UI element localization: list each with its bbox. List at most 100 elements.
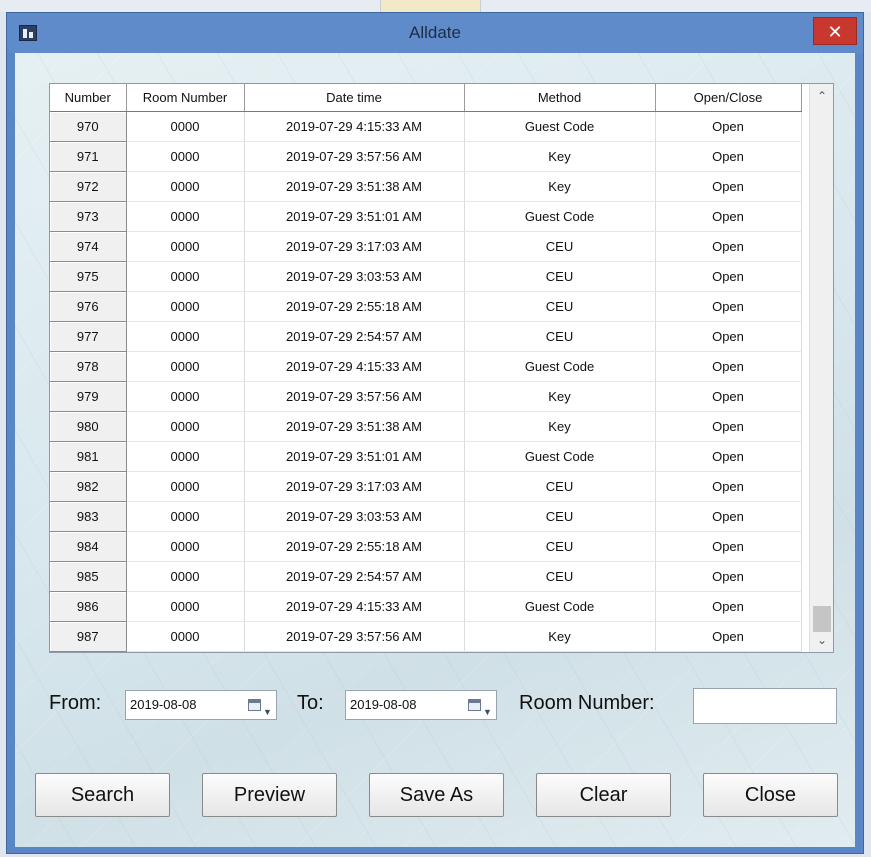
- table-row[interactable]: 972 0000 2019-07-29 3:51:38 AM Key Open: [50, 171, 802, 202]
- table-row[interactable]: 978 0000 2019-07-29 4:15:33 AM Guest Code Op…: [50, 351, 802, 382]
- cell-open-close: Open: [655, 411, 802, 442]
- room-number-input[interactable]: [693, 688, 837, 724]
- cell-room-number: 0000: [126, 531, 245, 562]
- cell-open-close: Open: [655, 321, 802, 352]
- calendar-icon: [468, 699, 481, 711]
- table-row[interactable]: 987 0000 2019-07-29 3:57:56 AM Key Open: [50, 621, 802, 652]
- scroll-down-arrow-icon[interactable]: ⌄: [810, 628, 833, 652]
- cell-date-time: 2019-07-29 3:51:01 AM: [244, 441, 465, 472]
- cell-date-time: 2019-07-29 3:57:56 AM: [244, 621, 465, 652]
- save-as-button[interactable]: Save As: [369, 773, 504, 817]
- table-row[interactable]: 974 0000 2019-07-29 3:17:03 AM CEU Open: [50, 231, 802, 262]
- cell-method: CEU: [464, 261, 656, 292]
- table-row[interactable]: 984 0000 2019-07-29 2:55:18 AM CEU Open: [50, 531, 802, 562]
- background-window-fragment: [480, 0, 700, 12]
- table-row[interactable]: 982 0000 2019-07-29 3:17:03 AM CEU Open: [50, 471, 802, 502]
- preview-button[interactable]: Preview: [202, 773, 337, 817]
- cell-date-time: 2019-07-29 3:51:01 AM: [244, 201, 465, 232]
- to-calendar-dropdown[interactable]: ▼: [468, 697, 492, 717]
- table-row[interactable]: 975 0000 2019-07-29 3:03:53 AM CEU Open: [50, 261, 802, 292]
- header-method[interactable]: Method: [464, 84, 656, 112]
- cell-date-time: 2019-07-29 3:51:38 AM: [244, 411, 465, 442]
- from-calendar-dropdown[interactable]: ▼: [248, 697, 272, 717]
- scroll-up-arrow-icon[interactable]: ⌃: [810, 84, 833, 108]
- cell-room-number: 0000: [126, 381, 245, 412]
- title-bar[interactable]: Alldate ✕: [7, 13, 863, 53]
- cell-number: 981: [50, 441, 127, 472]
- dropdown-arrow-icon: ▼: [263, 707, 272, 717]
- cell-room-number: 0000: [126, 501, 245, 532]
- cell-open-close: Open: [655, 351, 802, 382]
- cell-room-number: 0000: [126, 561, 245, 592]
- cell-method: CEU: [464, 471, 656, 502]
- clear-button[interactable]: Clear: [536, 773, 671, 817]
- cell-open-close: Open: [655, 261, 802, 292]
- vertical-scrollbar[interactable]: ⌃ ⌄: [809, 84, 833, 652]
- table-row[interactable]: 970 0000 2019-07-29 4:15:33 AM Guest Code Op…: [50, 111, 802, 142]
- table-row[interactable]: 979 0000 2019-07-29 3:57:56 AM Key Open: [50, 381, 802, 412]
- table-row[interactable]: 977 0000 2019-07-29 2:54:57 AM CEU Open: [50, 321, 802, 352]
- dialog-client-area: Number Room Number Date time Method Open…: [15, 53, 855, 847]
- header-date-time[interactable]: Date time: [244, 84, 465, 112]
- close-button[interactable]: Close: [703, 773, 838, 817]
- cell-date-time: 2019-07-29 3:57:56 AM: [244, 141, 465, 172]
- cell-room-number: 0000: [126, 471, 245, 502]
- table-row[interactable]: 976 0000 2019-07-29 2:55:18 AM CEU Open: [50, 291, 802, 322]
- cell-number: 976: [50, 291, 127, 322]
- cell-open-close: Open: [655, 201, 802, 232]
- table-row[interactable]: 985 0000 2019-07-29 2:54:57 AM CEU Open: [50, 561, 802, 592]
- cell-room-number: 0000: [126, 351, 245, 382]
- cell-date-time: 2019-07-29 4:15:33 AM: [244, 351, 465, 382]
- cell-method: Guest Code: [464, 441, 656, 472]
- cell-number: 974: [50, 231, 127, 262]
- records-table: Number Room Number Date time Method Open…: [50, 84, 802, 652]
- to-date-picker[interactable]: 2019-08-08 ▼: [345, 690, 497, 720]
- cell-date-time: 2019-07-29 3:51:38 AM: [244, 171, 465, 202]
- cell-number: 979: [50, 381, 127, 412]
- cell-date-time: 2019-07-29 3:57:56 AM: [244, 381, 465, 412]
- cell-room-number: 0000: [126, 111, 245, 142]
- header-number[interactable]: Number: [50, 84, 127, 112]
- cell-number: 984: [50, 531, 127, 562]
- cell-number: 977: [50, 321, 127, 352]
- cell-open-close: Open: [655, 561, 802, 592]
- to-date-value: 2019-08-08: [350, 697, 417, 712]
- cell-method: Guest Code: [464, 201, 656, 232]
- cell-method: CEU: [464, 321, 656, 352]
- header-open-close[interactable]: Open/Close: [655, 84, 802, 112]
- cell-method: Key: [464, 621, 656, 652]
- cell-open-close: Open: [655, 621, 802, 652]
- table-row[interactable]: 986 0000 2019-07-29 4:15:33 AM Guest Code Op…: [50, 591, 802, 622]
- cell-room-number: 0000: [126, 171, 245, 202]
- cell-open-close: Open: [655, 441, 802, 472]
- cell-number: 973: [50, 201, 127, 232]
- cell-open-close: Open: [655, 501, 802, 532]
- cell-open-close: Open: [655, 291, 802, 322]
- cell-date-time: 2019-07-29 4:15:33 AM: [244, 591, 465, 622]
- cell-room-number: 0000: [126, 621, 245, 652]
- filter-bar: From: 2019-08-08 ▼ To: 2019-08-08 ▼ Room…: [15, 678, 855, 738]
- close-window-button[interactable]: ✕: [813, 17, 857, 45]
- table-row[interactable]: 981 0000 2019-07-29 3:51:01 AM Guest Code Op…: [50, 441, 802, 472]
- cell-method: Key: [464, 411, 656, 442]
- table-row[interactable]: 980 0000 2019-07-29 3:51:38 AM Key Open: [50, 411, 802, 442]
- records-grid[interactable]: Number Room Number Date time Method Open…: [49, 83, 834, 653]
- cell-date-time: 2019-07-29 4:15:33 AM: [244, 111, 465, 142]
- cell-date-time: 2019-07-29 2:54:57 AM: [244, 321, 465, 352]
- from-date-picker[interactable]: 2019-08-08 ▼: [125, 690, 277, 720]
- cell-open-close: Open: [655, 141, 802, 172]
- cell-room-number: 0000: [126, 201, 245, 232]
- cell-open-close: Open: [655, 111, 802, 142]
- cell-open-close: Open: [655, 381, 802, 412]
- table-row[interactable]: 973 0000 2019-07-29 3:51:01 AM Guest Code Op…: [50, 201, 802, 232]
- cell-number: 983: [50, 501, 127, 532]
- cell-room-number: 0000: [126, 321, 245, 352]
- cell-number: 978: [50, 351, 127, 382]
- header-room-number[interactable]: Room Number: [126, 84, 245, 112]
- cell-number: 972: [50, 171, 127, 202]
- cell-number: 982: [50, 471, 127, 502]
- table-row[interactable]: 983 0000 2019-07-29 3:03:53 AM CEU Open: [50, 501, 802, 532]
- search-button[interactable]: Search: [35, 773, 170, 817]
- cell-method: Key: [464, 381, 656, 412]
- table-row[interactable]: 971 0000 2019-07-29 3:57:56 AM Key Open: [50, 141, 802, 172]
